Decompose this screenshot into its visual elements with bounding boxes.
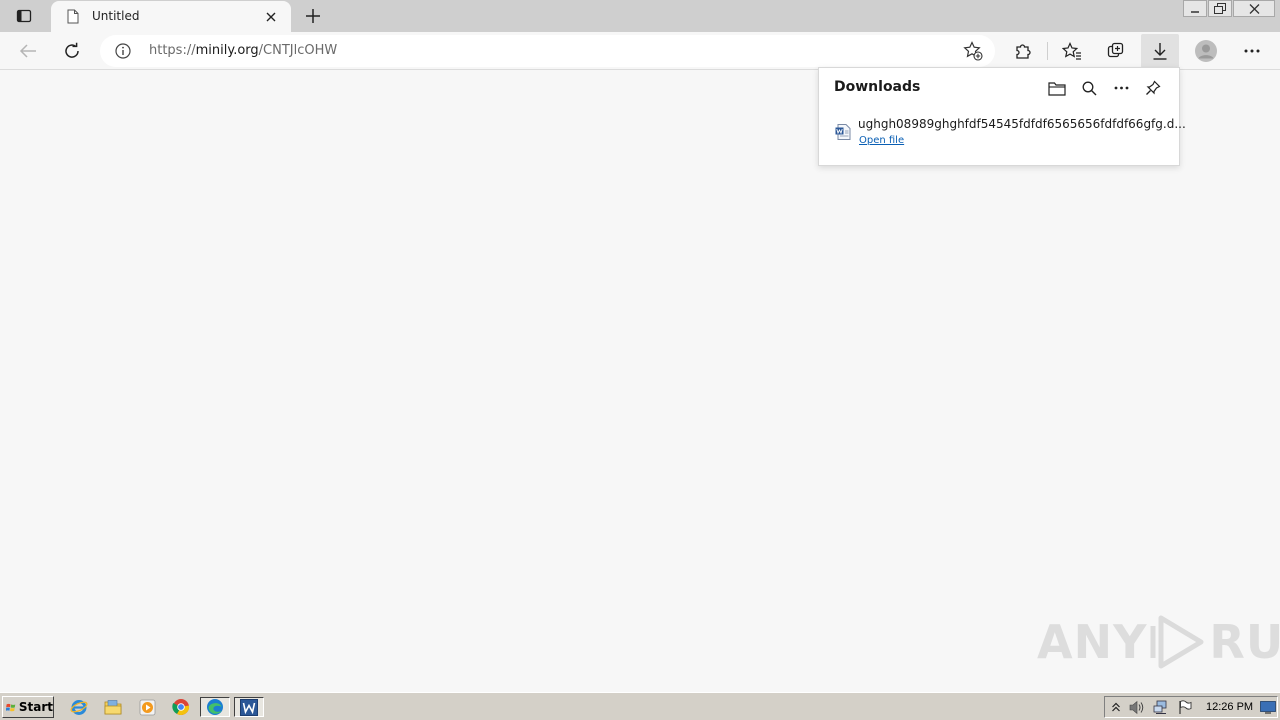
more-horizontal-icon: [1114, 86, 1128, 90]
taskbar-word[interactable]: [234, 697, 264, 717]
url-domain: minily.org: [195, 43, 259, 58]
profile-button[interactable]: [1191, 36, 1221, 66]
downloads-button[interactable]: [1141, 34, 1179, 68]
url-path: /CNTJlcOHW: [258, 43, 338, 58]
downloads-more-options-button[interactable]: [1110, 77, 1132, 99]
chrome-icon: [172, 699, 190, 715]
restore-icon: [1214, 3, 1226, 14]
system-tray: 12:26 PM: [1104, 696, 1278, 718]
tab-active[interactable]: Untitled: [51, 1, 291, 32]
pin-downloads-button[interactable]: [1142, 77, 1164, 99]
chevron-up-icon[interactable]: [1111, 700, 1121, 714]
restore-button[interactable]: [1208, 0, 1232, 17]
back-button[interactable]: [13, 36, 43, 66]
internet-explorer-icon: [70, 700, 88, 715]
tab-actions-icon: [16, 9, 32, 23]
open-downloads-folder-button[interactable]: [1046, 77, 1068, 99]
collections-button[interactable]: [1101, 36, 1131, 66]
info-icon[interactable]: [115, 43, 131, 59]
folder-icon: [1048, 81, 1066, 96]
favorites-star-icon: [1062, 42, 1081, 60]
taskbar-edge[interactable]: [200, 697, 230, 717]
taskbar-media-player[interactable]: [136, 697, 158, 717]
add-favorite-icon[interactable]: [963, 41, 983, 61]
play-logo-icon: [1150, 615, 1204, 669]
arrow-left-icon: [19, 44, 36, 58]
favorites-button[interactable]: [1057, 36, 1087, 66]
volume-icon[interactable]: [1129, 700, 1145, 715]
collections-icon: [1107, 42, 1124, 58]
close-icon: [1249, 3, 1259, 14]
download-filename: ughgh08989ghghfdf54545fdfdf6565656fdfdf6…: [858, 117, 1186, 131]
search-downloads-button[interactable]: [1078, 77, 1100, 99]
word-icon: [240, 698, 258, 716]
refresh-icon: [65, 42, 79, 58]
avatar-icon: [1195, 40, 1217, 62]
search-icon: [1082, 81, 1096, 95]
refresh-button[interactable]: [57, 36, 87, 66]
window-close-button[interactable]: [1233, 0, 1275, 17]
clock[interactable]: 12:26 PM: [1206, 701, 1253, 713]
anyrun-watermark: ANY RUN: [1037, 612, 1280, 672]
downloads-panel: Downloads ughgh08989ghghfdf54545fdfdf656…: [818, 67, 1186, 166]
tab-strip: Untitled: [0, 0, 1280, 32]
taskbar-chrome[interactable]: [170, 697, 192, 717]
new-tab-button[interactable]: [301, 4, 325, 28]
folder-icon: [104, 700, 122, 715]
edge-icon: [207, 699, 223, 715]
start-button[interactable]: Start: [2, 696, 54, 718]
plus-icon: [306, 9, 320, 23]
open-file-link[interactable]: Open file: [859, 135, 904, 146]
word-document-icon: [835, 124, 851, 140]
taskbar-file-explorer[interactable]: [102, 697, 124, 717]
extensions-button[interactable]: [1008, 36, 1038, 66]
download-item[interactable]: ughgh08989ghghfdf54545fdfdf6565656fdfdf6…: [819, 112, 1186, 156]
browser-toolbar: https://minily.org/CNTJlcOHW: [0, 32, 1280, 70]
taskbar-internet-explorer[interactable]: [68, 697, 90, 717]
settings-more-button[interactable]: [1237, 36, 1267, 66]
page-icon: [67, 9, 79, 24]
start-label: Start: [18, 700, 53, 714]
watermark-text-right: RUN: [1209, 615, 1280, 669]
close-icon: [266, 12, 276, 22]
minimize-button[interactable]: [1183, 0, 1207, 17]
toolbar-divider: [1047, 42, 1048, 60]
flag-icon[interactable]: [1178, 700, 1192, 715]
watermark-text-left: ANY: [1037, 615, 1148, 669]
show-desktop-icon[interactable]: [1260, 700, 1276, 714]
minimize-icon: [1191, 10, 1199, 13]
downloads-heading: Downloads: [834, 79, 921, 95]
network-icon[interactable]: [1153, 700, 1170, 715]
media-player-icon: [139, 699, 155, 715]
tab-actions-menu-button[interactable]: [10, 4, 38, 28]
more-horizontal-icon: [1244, 49, 1260, 53]
url-text[interactable]: https://minily.org/CNTJlcOHW: [149, 43, 337, 58]
puzzle-icon: [1016, 44, 1031, 59]
tab-title: Untitled: [92, 9, 140, 23]
url-scheme: https://: [149, 43, 196, 58]
download-icon: [1153, 43, 1167, 60]
windows-logo-icon: [6, 703, 16, 711]
taskbar: Start 12:26 PM: [0, 692, 1280, 720]
address-bar[interactable]: https://minily.org/CNTJlcOHW: [100, 35, 995, 67]
pin-icon: [1146, 80, 1161, 95]
tab-close-button[interactable]: [263, 9, 279, 25]
